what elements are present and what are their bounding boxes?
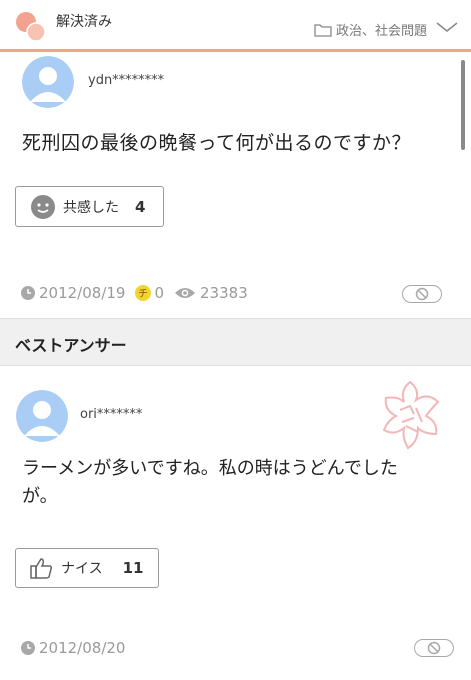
report-button[interactable] [402, 285, 442, 303]
question-text: 死刑囚の最後の晩餐って何が出るのですか？ [22, 132, 412, 154]
category-label[interactable]: 政治、社会問題 [336, 20, 427, 39]
category-breadcrumb[interactable]: 政治、社会問題 [314, 20, 427, 39]
question-date: 2012/08/19 [39, 284, 126, 302]
top-bar: 解決済み 政治、社会問題 [0, 0, 471, 52]
answer-meta: 2012/08/20 [20, 639, 125, 657]
answerer-avatar[interactable] [16, 390, 68, 442]
empathy-button[interactable]: 共感した 4 [15, 186, 164, 227]
speech-bubbles-icon [16, 12, 46, 42]
questioner-avatar[interactable] [22, 56, 74, 108]
report-icon [415, 287, 429, 301]
empathy-label: 共感した [63, 199, 119, 216]
empathy-count: 4 [135, 197, 146, 216]
eye-icon [175, 288, 196, 298]
answer-date: 2012/08/20 [39, 639, 126, 657]
answerer-username[interactable]: ori******* [80, 407, 142, 422]
chie-coin-icon: チ [135, 285, 152, 301]
report-button[interactable] [414, 639, 454, 657]
answer-text: ラーメンが多いですね。私の時はうどんでした が。 [22, 455, 442, 511]
clock-icon [21, 286, 35, 300]
question-meta: 2012/08/19 チ 0 23383 [20, 284, 248, 302]
report-icon [427, 641, 441, 655]
best-answer-title: ベストアンサー [15, 336, 127, 355]
folder-icon [314, 23, 332, 37]
thumbs-up-icon [30, 558, 53, 579]
nice-button[interactable]: ナイス 11 [15, 548, 159, 588]
best-answer-header: ベストアンサー [0, 318, 471, 366]
view-count: 23383 [200, 284, 248, 302]
resolved-status: 解決済み [56, 14, 112, 30]
chevron-down-icon[interactable] [435, 18, 459, 36]
best-answer-stamp-icon [382, 380, 440, 450]
scrollbar[interactable] [461, 60, 465, 150]
face-icon [31, 194, 55, 219]
nice-count: 11 [122, 559, 144, 577]
answer-text-line-2: が。 [22, 486, 58, 507]
chie-coin-count: 0 [154, 284, 165, 302]
questioner-username[interactable]: ydn******** [88, 73, 164, 88]
nice-label: ナイス [61, 561, 103, 577]
svg-text:チ: チ [138, 288, 148, 300]
clock-icon [21, 641, 35, 655]
answer-text-line-1: ラーメンが多いですね。私の時はうどんでした [22, 458, 398, 479]
